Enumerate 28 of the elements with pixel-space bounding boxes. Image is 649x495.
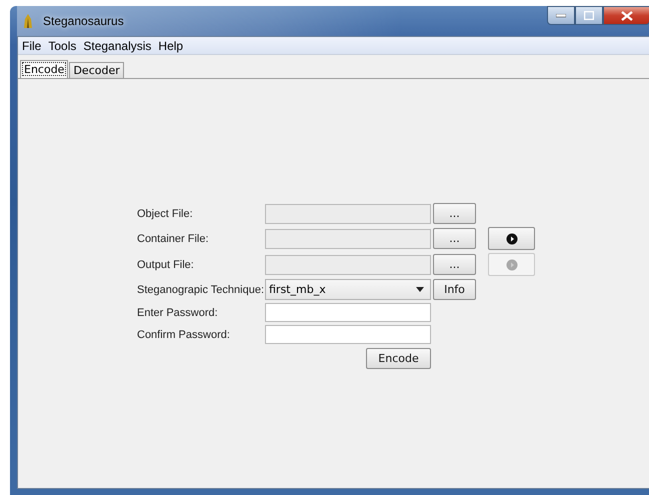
technique-dropdown[interactable]: first_mb_x xyxy=(265,279,431,300)
close-icon xyxy=(620,10,632,20)
menu-item[interactable]: Help xyxy=(156,38,188,52)
minimize-icon xyxy=(556,14,566,18)
field-label: Object File: xyxy=(137,208,194,220)
menu-item[interactable]: Steganalysis xyxy=(81,38,156,52)
tab[interactable]: Encode xyxy=(20,60,68,78)
field-label: Output File: xyxy=(137,258,195,270)
field-label: Container File: xyxy=(137,232,210,244)
window-title: Steganosaurus xyxy=(43,14,124,28)
encode-button[interactable]: Encode xyxy=(366,348,431,369)
tab[interactable]: Decoder xyxy=(69,62,124,78)
minimize-button[interactable] xyxy=(547,6,575,25)
play-icon xyxy=(506,258,518,270)
field-label: Confirm Password: xyxy=(137,328,231,340)
password-field[interactable] xyxy=(265,303,431,322)
field-label: Enter Password: xyxy=(137,306,219,318)
maximize-icon xyxy=(584,11,594,20)
password-field[interactable] xyxy=(265,325,431,344)
info-button[interactable]: Info xyxy=(433,279,476,300)
app-icon xyxy=(22,13,34,29)
maximize-button[interactable] xyxy=(575,6,603,25)
menu-item[interactable]: File xyxy=(20,38,46,52)
dropdown-arrow-icon xyxy=(416,287,424,292)
field-label: Steganograpic Technique: xyxy=(137,284,263,296)
menu-item[interactable]: Tools xyxy=(46,38,82,52)
close-button[interactable] xyxy=(603,6,649,25)
play-icon xyxy=(506,232,518,244)
